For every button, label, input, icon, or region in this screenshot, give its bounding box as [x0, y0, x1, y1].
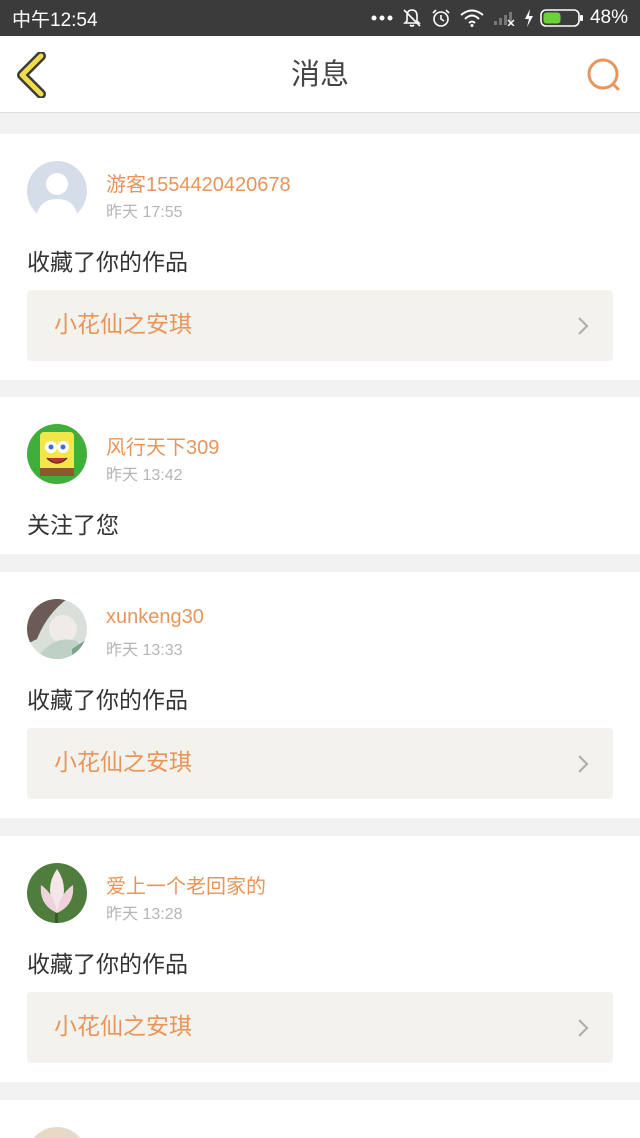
- battery-icon: [540, 9, 583, 27]
- wifi-icon: [460, 9, 484, 27]
- message-card: 游客1554420420678 昨天 17:55 收藏了你的作品 小花仙之安琪: [0, 134, 640, 380]
- spongebob-avatar-icon: [27, 424, 87, 484]
- action-text: 关注了您: [27, 513, 119, 539]
- status-icons: 48%: [371, 7, 628, 29]
- message-card-partial: [0, 1100, 640, 1138]
- page-title: 消息: [290, 57, 349, 91]
- work-title: 小花仙之安琪: [54, 1014, 192, 1040]
- work-link[interactable]: 小花仙之安琪: [27, 992, 613, 1063]
- work-title: 小花仙之安琪: [54, 750, 192, 776]
- signal-icon: [493, 12, 515, 26]
- message-time: 昨天 13:28: [106, 906, 183, 923]
- avatar[interactable]: [27, 1127, 87, 1138]
- bell-muted-icon: [403, 9, 421, 27]
- work-title: 小花仙之安琪: [54, 312, 192, 338]
- message-time: 昨天 17:55: [106, 204, 183, 221]
- username[interactable]: 爱上一个老回家的: [106, 870, 266, 899]
- message-time: 昨天 13:42: [106, 467, 183, 484]
- message-card: 爱上一个老回家的 昨天 13:28 收藏了你的作品 小花仙之安琪: [0, 836, 640, 1082]
- avatar[interactable]: [27, 161, 87, 221]
- search-button[interactable]: [584, 56, 624, 96]
- username[interactable]: 风行天下309: [106, 431, 219, 460]
- username[interactable]: xunkeng30: [106, 606, 204, 629]
- message-card: xunkeng30 昨天 13:33 收藏了你的作品 小花仙之安琪: [0, 572, 640, 818]
- status-time: 中午12:54: [12, 9, 98, 31]
- battery-indicator: 48%: [524, 7, 628, 29]
- action-text: 收藏了你的作品: [27, 688, 188, 714]
- battery-percent: 48%: [589, 7, 628, 28]
- chevron-right-icon: [578, 1019, 589, 1037]
- avatar[interactable]: [27, 863, 87, 923]
- header-bar: 消息: [0, 36, 640, 113]
- chevron-right-icon: [578, 317, 589, 335]
- avatar[interactable]: [27, 424, 87, 484]
- message-time: 昨天 13:33: [106, 642, 183, 659]
- username[interactable]: 游客1554420420678: [106, 168, 291, 197]
- alarm-icon: [432, 9, 450, 27]
- charging-icon: [524, 9, 533, 27]
- work-link[interactable]: 小花仙之安琪: [27, 290, 613, 361]
- status-bar: 中午12:54 48%: [0, 0, 640, 36]
- default-user-avatar-icon: [27, 161, 87, 221]
- lotus-avatar-icon: [27, 863, 87, 923]
- work-link[interactable]: 小花仙之安琪: [27, 728, 613, 799]
- more-dots-icon: [371, 15, 393, 21]
- action-text: 收藏了你的作品: [27, 952, 188, 978]
- chevron-right-icon: [578, 755, 589, 773]
- photo-avatar-icon: [27, 599, 87, 659]
- action-text: 收藏了你的作品: [27, 250, 188, 276]
- avatar[interactable]: [27, 599, 87, 659]
- search-icon: [587, 58, 620, 91]
- message-card: 风行天下309 昨天 13:42 关注了您: [0, 397, 640, 554]
